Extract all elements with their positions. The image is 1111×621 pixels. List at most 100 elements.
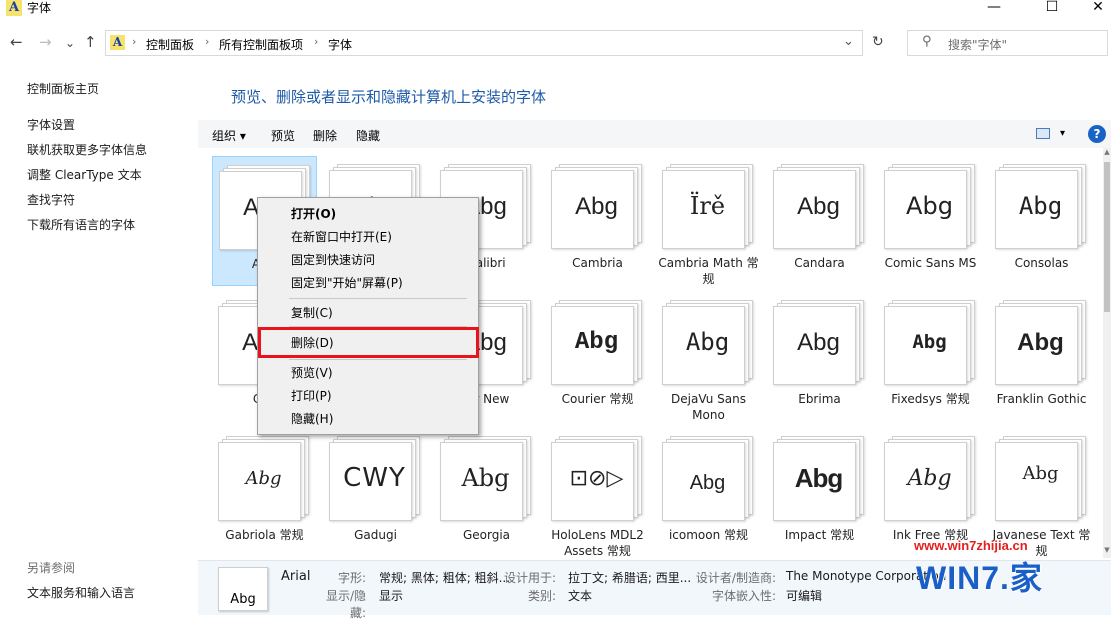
font-name-label: Ebrima [798,392,841,406]
help-icon[interactable]: ? [1088,125,1106,143]
font-sample-text: Abg [907,466,952,491]
sidebar-text-services[interactable]: 文本服务和输入语言 [27,584,135,601]
organize-button[interactable]: 组织 ▾ [212,127,246,144]
detail-show-hide-label: 显示/隐藏: [325,589,366,620]
font-sample-text: Abg [797,193,840,220]
font-sample-text: Abg [797,329,840,356]
font-tile[interactable]: Abg Georgia [434,428,539,558]
scrollbar-thumb[interactable] [1104,162,1110,312]
font-tile[interactable]: Abg Candara [767,156,872,286]
detail-font-name: Arial [281,569,311,584]
font-tile[interactable]: Abg DejaVu Sans Mono [656,292,761,422]
font-tile[interactable]: Ïrě Cambria Math 常规 [656,156,761,286]
menu-item-delete[interactable]: 删除(D) [291,335,334,351]
minimize-button[interactable]: — [971,0,1017,16]
search-icon: ⚲ [922,34,932,49]
font-name-label: DejaVu Sans Mono [671,392,746,422]
sidebar-adjust-cleartype[interactable]: 调整 ClearType 文本 [27,166,142,183]
breadcrumb-separator: › [132,35,137,48]
breadcrumb-control-panel[interactable]: 控制面板 [146,36,194,53]
font-tile[interactable]: ⊡⊘▷ HoloLens MDL2 Assets 常规 [545,428,650,558]
breadcrumb-separator: › [314,35,319,48]
font-file-icon: Abg [995,164,1086,249]
font-sample-text: CWY [343,463,406,493]
menu-item-open[interactable]: 打开(O) [291,206,336,222]
menu-separator [289,359,467,360]
maximize-button[interactable]: ☐ [1029,0,1075,16]
hide-button[interactable]: 隐藏 [356,127,380,144]
delete-button[interactable]: 删除 [313,127,337,144]
font-sample-text: Abg [906,192,953,220]
font-file-icon: Abg [662,436,753,521]
sidebar-get-more-font-info[interactable]: 联机获取更多字体信息 [27,141,147,158]
font-sample-text: Ïrě [689,192,726,220]
sidebar-control-panel-home[interactable]: 控制面板主页 [27,80,99,97]
font-file-icon: ⊡⊘▷ [551,436,642,521]
font-tile[interactable]: CWY Gadugi [323,428,428,558]
font-file-icon: Abg [773,436,864,521]
sidebar-find-character[interactable]: 查找字符 [27,191,75,208]
font-tile[interactable]: Abg Impact 常规 [767,428,872,558]
address-bar[interactable]: A › 控制面板 › 所有控制面板项 › 字体 ⌄ [105,30,863,56]
search-box[interactable]: ⚲ 搜索"字体" [907,30,1108,56]
font-thumbnail: Abg [218,567,268,611]
thumbnail-sample-text: Abg [230,592,256,607]
forward-arrow-icon[interactable]: → [39,33,52,51]
scroll-up-arrow-icon[interactable]: ▲ [1103,148,1111,160]
font-tile[interactable]: Abg Ebrima [767,292,872,422]
menu-separator [289,298,467,299]
sidebar-font-settings[interactable]: 字体设置 [27,116,75,133]
preview-button[interactable]: 预览 [271,127,295,144]
see-also-heading: 另请参阅 [27,561,76,575]
font-tile[interactable]: Abg Consolas [989,156,1094,286]
menu-item-print[interactable]: 打印(P) [291,388,332,404]
site-watermark: www.win7zhijia.cn WIN7.家 [914,535,1111,615]
font-name-label: Comic Sans MS [884,256,977,270]
font-sample-text: Abg [689,472,726,494]
detail-show-hide-value: 显示 [379,589,404,603]
menu-item-pin-quick-access[interactable]: 固定到快速访问 [291,252,375,268]
font-sample-text: Abg [245,468,282,489]
font-file-icon: Abg [662,300,753,385]
up-arrow-icon[interactable]: ↑ [84,33,97,51]
menu-item-hide[interactable]: 隐藏(H) [291,411,333,427]
close-button[interactable]: ✕ [1075,0,1111,16]
vertical-scrollbar[interactable]: ▲ ▼ [1103,148,1111,558]
breadcrumb-separator: › [205,35,210,48]
font-file-icon: Ïrě [662,164,753,249]
recent-dropdown-icon[interactable]: ⌄ [65,34,75,52]
font-tile[interactable]: Abg Comic Sans MS [878,156,983,286]
menu-item-open-new-window[interactable]: 在新窗口中打开(E) [291,229,392,245]
detail-designer-label: 设计者/制造商: [695,571,776,585]
detail-style-value: 常规; 黑体; 粗体; 粗斜... [379,571,511,585]
menu-item-preview[interactable]: 预览(V) [291,365,333,381]
font-tile[interactable]: Abg Gabriola 常规 [212,428,317,558]
font-sample-text: Abg [461,464,510,492]
breadcrumb-fonts[interactable]: 字体 [328,36,352,53]
font-tile[interactable]: Abg Fixedsys 常规 [878,292,983,422]
menu-item-pin-start[interactable]: 固定到"开始"屏幕(P) [291,275,403,291]
detail-designed-for-value: 拉丁文; 希腊语; 西里... [568,571,692,585]
refresh-icon[interactable]: ↻ [872,33,884,51]
font-file-icon: CWY [329,436,420,521]
command-toolbar: 组织 ▾ 预览 删除 隐藏 ▾ ? [198,120,1111,148]
breadcrumb-all-items[interactable]: 所有控制面板项 [219,36,303,53]
font-tile[interactable]: Abg Franklin Gothic [989,292,1094,422]
watermark-url: www.win7zhijia.cn [914,538,1028,553]
menu-item-copy[interactable]: 复制(C) [291,305,333,321]
view-dropdown-icon[interactable]: ▾ [1060,128,1065,139]
font-name-label: icomoon 常规 [668,528,749,542]
font-file-icon: Abg [440,436,531,521]
font-tile[interactable]: Abg Cambria [545,156,650,286]
view-options-icon[interactable] [1036,128,1050,139]
detail-style-label: 字形: [337,571,366,585]
font-tile[interactable]: Abg icomoon 常规 [656,428,761,558]
back-arrow-icon[interactable]: ← [10,33,23,51]
address-dropdown-icon[interactable]: ⌄ [843,34,854,49]
font-file-icon: Abg [884,164,975,249]
sidebar-download-fonts[interactable]: 下载所有语言的字体 [27,216,135,233]
sidebar: 控制面板主页 字体设置 联机获取更多字体信息 调整 ClearType 文本 查… [0,60,198,615]
detail-embed-value: 可编辑 [786,589,823,603]
window-title: 字体 [27,1,52,15]
font-tile[interactable]: Abg Courier 常规 [545,292,650,422]
